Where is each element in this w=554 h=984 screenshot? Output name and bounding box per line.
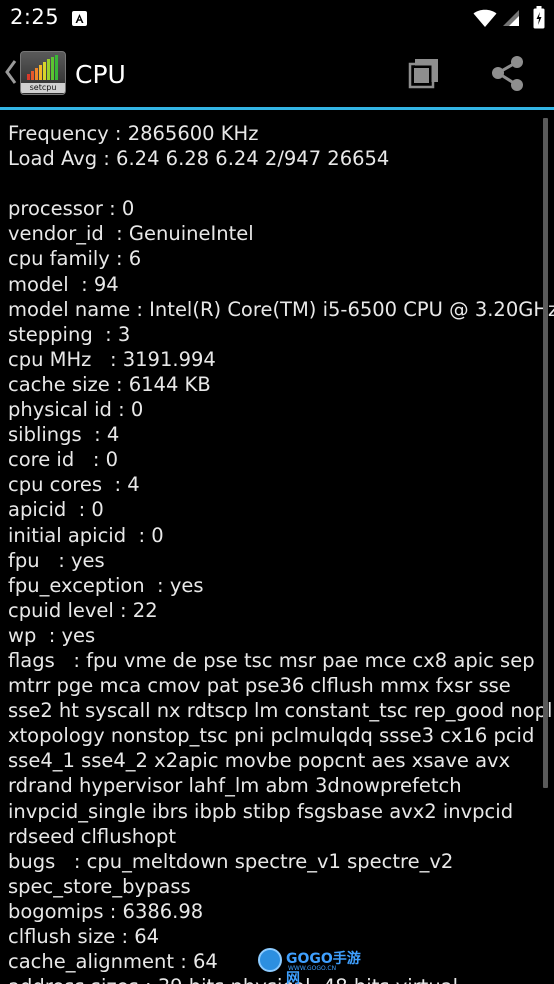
- cpu-info-line: rdrand hypervisor lahf_lm abm 3dnowprefe…: [8, 774, 462, 798]
- status-bar: 2:25: [0, 0, 554, 37]
- battery-icon: [533, 6, 545, 33]
- cpu-info-line: mtrr pge mca cmov pat pse36 clflush mmx …: [8, 674, 511, 698]
- scrollbar[interactable]: [543, 118, 548, 788]
- cpu-info-line: flags : fpu vme de pse tsc msr pae mce c…: [8, 648, 535, 672]
- status-time: 2:25: [10, 5, 60, 29]
- action-bar: setcpu CPU: [0, 37, 554, 108]
- cpu-info-line: physical id : 0: [8, 398, 144, 422]
- app-logo-label: setcpu: [21, 83, 65, 93]
- cpu-info-line: siblings : 4: [8, 423, 120, 447]
- cpu-info-line: fpu : yes: [8, 548, 105, 572]
- watermark-circle-icon: [258, 948, 282, 972]
- cpu-info-line: sse2 ht syscall nx rdtscp lm constant_ts…: [8, 699, 553, 723]
- cpu-info-text: Frequency : 2865600 KHz Load Avg : 6.24 6…: [8, 121, 554, 984]
- cpu-info-line: model : 94: [8, 272, 119, 296]
- cpu-info-line: stepping : 3: [8, 322, 131, 346]
- watermark-subtext: WWW.GOGO.CN: [288, 965, 337, 972]
- cpu-info-line: Frequency : 2865600 KHz: [8, 122, 259, 145]
- cpu-info-line: spec_store_bypass: [8, 874, 191, 898]
- cpu-info-line: cpuid level : 22: [8, 598, 158, 622]
- cpu-info-line: [8, 171, 548, 196]
- cpu-info-line: xtopology nonstop_tsc pni pclmulqdq ssse…: [8, 724, 535, 748]
- screen: 2:25 setcpu CPU Frequency: 2865600 KHz …: [0, 0, 554, 984]
- cpu-info-line: initial apicid : 0: [8, 523, 164, 547]
- cpu-info-line: apicid : 0: [8, 498, 104, 522]
- cpu-info-line: core id : 0: [8, 448, 119, 472]
- cpu-info-line: cpu cores : 4: [8, 473, 140, 497]
- app-logo[interactable]: setcpu: [20, 51, 66, 95]
- cpu-info-line: model name : Intel(R) Core(TM) i5-6500 C…: [8, 297, 554, 321]
- cpu-info-line: bugs : cpu_meltdown spectre_v1 spectre_v…: [8, 849, 454, 873]
- cpu-info-line: sse4_1 sse4_2 x2apic movbe popcnt aes xs…: [8, 749, 511, 773]
- page-title: CPU: [75, 60, 126, 89]
- cpu-info-line: processor : 0: [8, 197, 135, 221]
- wifi-icon: [473, 8, 497, 32]
- cpu-info-line: bogomips : 6386.98: [8, 899, 204, 923]
- notification-a-icon: [72, 11, 87, 26]
- share-icon[interactable]: [489, 55, 527, 97]
- watermark-logo: GOGO手游网 WWW.GOGO.CN: [258, 946, 368, 984]
- cpu-info-line: address sizes : 39 bits physical, 48 bit…: [8, 974, 548, 984]
- cpu-info-line: cpu family : 6: [8, 247, 142, 271]
- cpu-info-line: wp : yes: [8, 623, 96, 647]
- copy-icon[interactable]: [406, 55, 442, 95]
- cpu-info-line: fpu_exception : yes: [8, 573, 204, 597]
- cpu-info-line: Load Avg : 6.24 6.28 6.24 2/947 26654: [8, 147, 390, 171]
- signal-icon: [502, 9, 520, 31]
- cpu-info-line: invpcid_single ibrs ibpb stibp fsgsbase …: [8, 799, 514, 823]
- cpu-info-line: cache size : 6144 KB: [8, 372, 211, 396]
- back-chevron-icon[interactable]: [4, 59, 18, 89]
- cpu-info-line: cpu MHz : 3191.994: [8, 347, 216, 371]
- cpu-info-panel[interactable]: Frequency : 2865600 KHz Load Avg : 6.24 6…: [0, 110, 554, 984]
- cpu-info-line: vendor_id : GenuineIntel: [8, 222, 254, 246]
- cpu-info-line: rdseed clflushopt: [8, 824, 177, 848]
